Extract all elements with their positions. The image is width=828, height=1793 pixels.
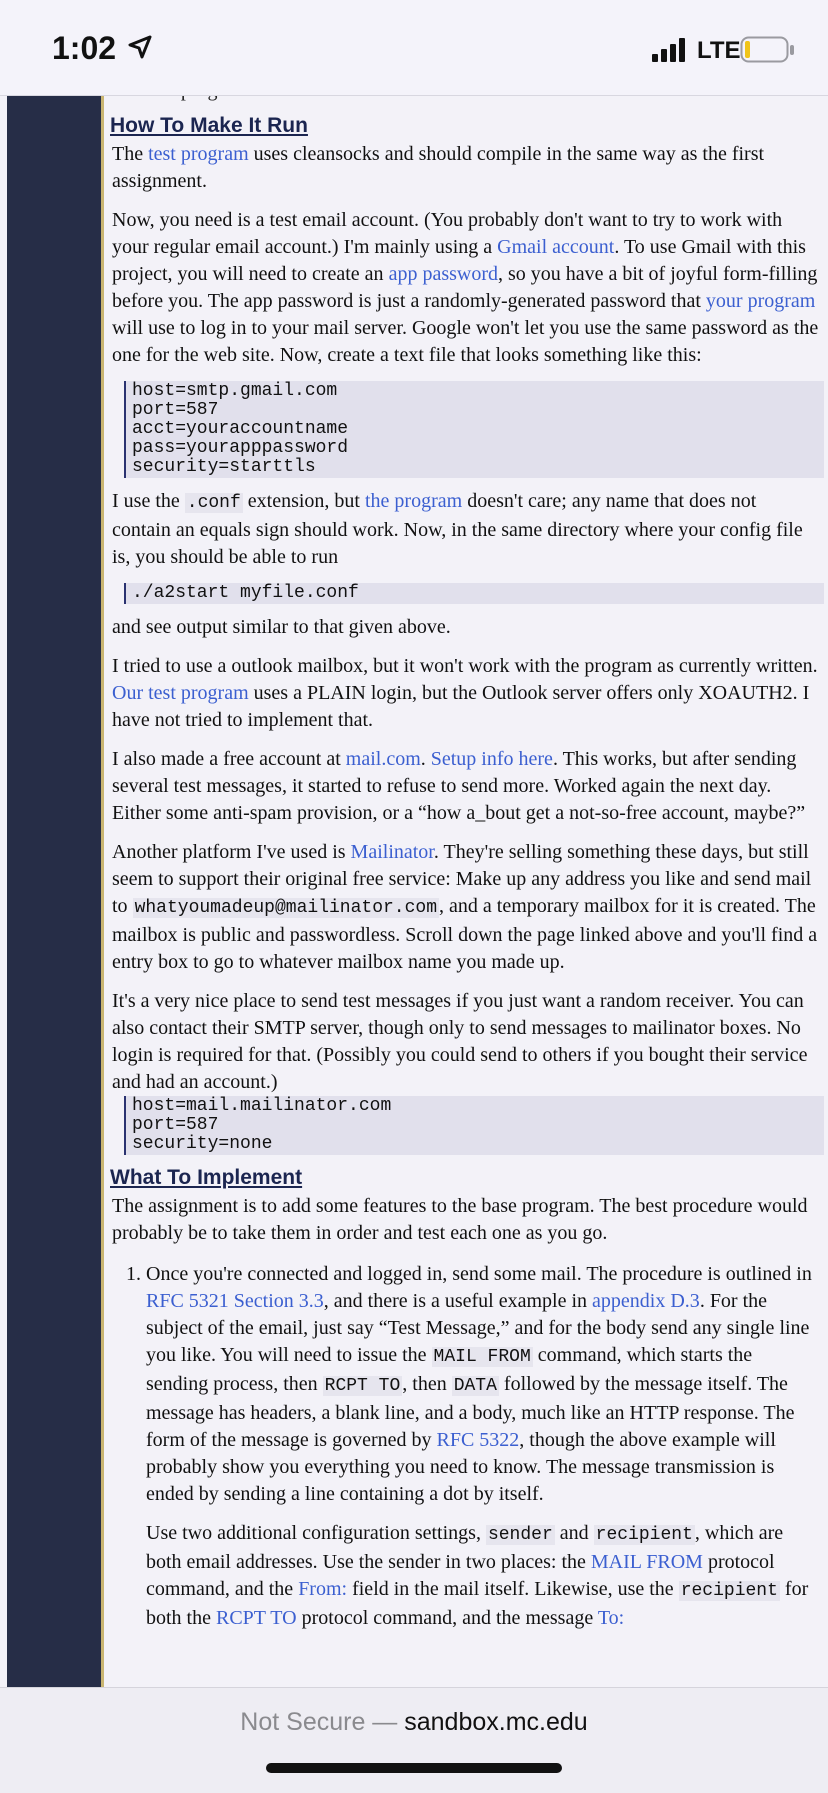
clipped-text-line: now the program interacts with the serve… — [112, 95, 824, 103]
your-program-link[interactable]: your program — [706, 290, 815, 312]
cellular-signal-icon — [652, 38, 685, 62]
inline-code: MAIL FROM — [431, 1347, 533, 1367]
home-indicator[interactable] — [266, 1763, 562, 1773]
not-secure-label: Not Secure — — [240, 1708, 405, 1736]
code-block-mailinator-config: host=mail.mailinator.com port=587 securi… — [124, 1096, 824, 1155]
list-item: Once you're connected and logged in, sen… — [146, 1261, 820, 1632]
inline-code: whatyoumadeup@mailinator.com — [132, 898, 440, 918]
section-heading-how-to-run: How To Make It Run — [110, 114, 308, 137]
inline-code: recipient — [593, 1525, 695, 1545]
paragraph: I use the .conf extension, but the progr… — [112, 490, 803, 568]
rcpt-to-link[interactable]: RCPT TO — [216, 1607, 297, 1629]
url-domain: sandbox.mc.edu — [404, 1708, 588, 1736]
app-password-link[interactable]: app password — [389, 263, 498, 285]
paragraph: The test program uses cleansocks and sho… — [112, 143, 765, 192]
paragraph: Once you're connected and logged in, sen… — [146, 1263, 812, 1505]
site-sidebar — [7, 95, 101, 1687]
rfc5322-link[interactable]: RFC 5322 — [436, 1429, 519, 1451]
paragraph: I also made a free account at mail.com. … — [112, 748, 806, 824]
paragraph: It's a very nice place to send test mess… — [112, 990, 808, 1093]
page-content[interactable]: now the program interacts with the serve… — [104, 95, 828, 1687]
mailinator-link[interactable]: Mailinator — [351, 841, 434, 863]
paragraph: I tried to use a outlook mailbox, but it… — [112, 655, 818, 731]
status-time: 1:02 — [52, 30, 117, 66]
gmail-account-link[interactable]: Gmail account — [497, 236, 614, 258]
rfc5321-section-link[interactable]: RFC 5321 Section 3.3 — [146, 1290, 324, 1312]
paragraph: Now, you need is a test email account. (… — [112, 209, 819, 366]
url-display[interactable]: Not Secure — sandbox.mc.edu — [0, 1708, 828, 1737]
paragraph: Another platform I've used is Mailinator… — [112, 841, 818, 973]
the-program-link[interactable]: the program — [365, 490, 462, 512]
paragraph: Use two additional configuration setting… — [146, 1522, 809, 1629]
paragraph: and see output similar to that given abo… — [112, 616, 451, 638]
from-field-link[interactable]: From: — [298, 1578, 347, 1600]
appendix-d3-link[interactable]: appendix D.3 — [592, 1290, 700, 1312]
mail-from-link[interactable]: MAIL FROM — [591, 1551, 703, 1573]
inline-code: sender — [485, 1525, 555, 1545]
battery-low-icon — [740, 36, 794, 63]
location-arrow-icon — [128, 35, 152, 59]
status-bar: 1:02 LTE — [0, 0, 828, 96]
to-field-link[interactable]: To: — [598, 1607, 624, 1629]
test-program-link[interactable]: test program — [148, 143, 249, 165]
inline-code: recipient — [678, 1581, 780, 1601]
task-list: Once you're connected and logged in, sen… — [104, 1261, 820, 1632]
code-block-run-command: ./a2start myfile.conf — [124, 583, 824, 604]
browser-address-bar[interactable]: Not Secure — sandbox.mc.edu — [0, 1687, 828, 1793]
our-test-program-link[interactable]: Our test program — [112, 682, 249, 704]
inline-code: .conf — [184, 493, 243, 513]
network-type-label: LTE — [697, 37, 741, 64]
section-heading-what-to-implement: What To Implement — [110, 1166, 303, 1189]
inline-code: RCPT TO — [322, 1376, 403, 1396]
code-block-gmail-config: host=smtp.gmail.com port=587 acct=yourac… — [124, 381, 824, 478]
inline-code: DATA — [451, 1376, 499, 1396]
mail-com-link[interactable]: mail.com — [346, 748, 421, 770]
setup-info-link[interactable]: Setup info here — [431, 748, 553, 770]
paragraph: The assignment is to add some features t… — [112, 1195, 808, 1244]
